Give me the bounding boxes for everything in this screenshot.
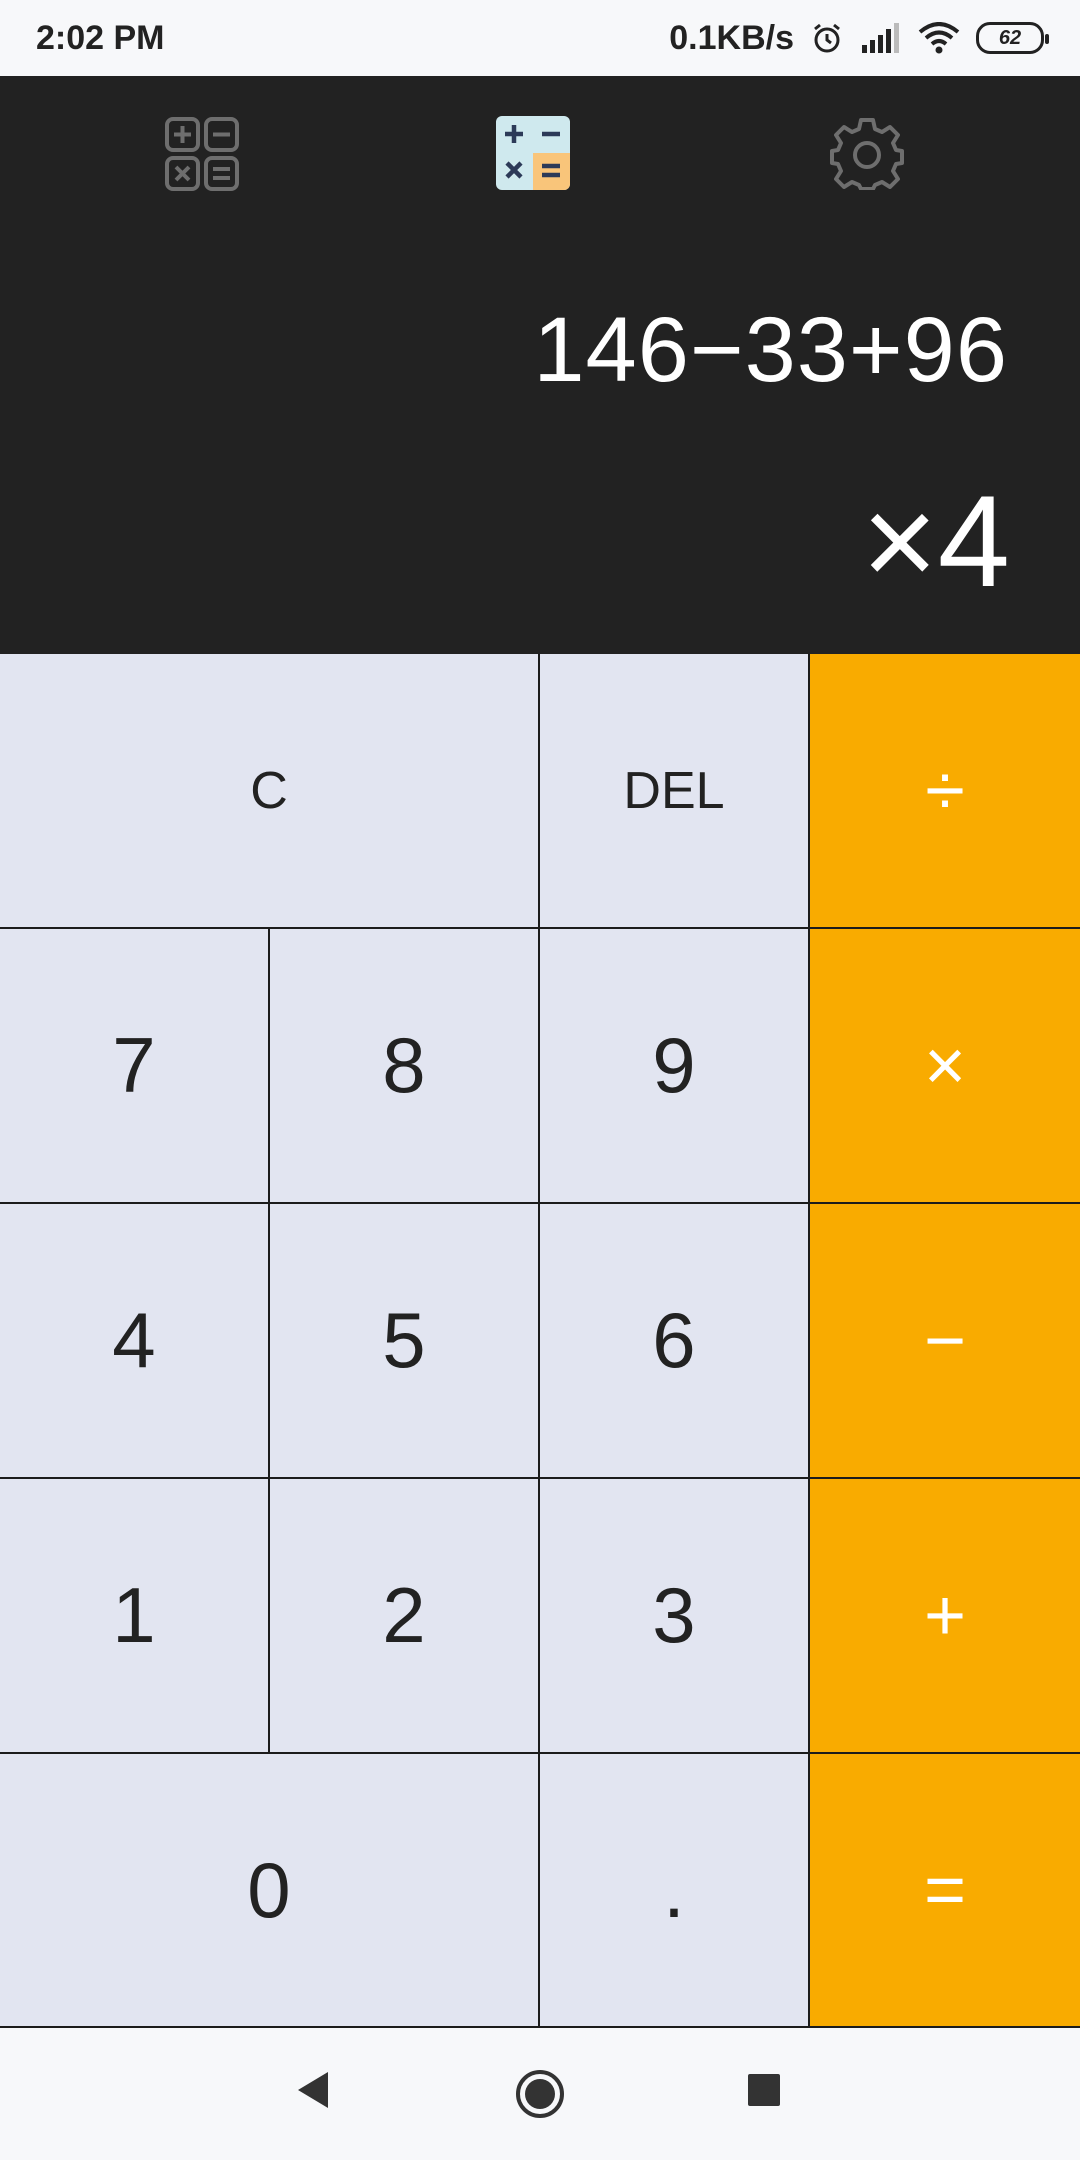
calculator-app-icon[interactable]: [496, 116, 570, 195]
delete-button[interactable]: DEL: [540, 654, 810, 929]
decimal-point-button[interactable]: .: [540, 1754, 810, 2028]
plus-button[interactable]: +: [810, 1479, 1080, 1754]
digit-0-button[interactable]: 0: [0, 1754, 540, 2028]
digit-3-button[interactable]: 3: [540, 1479, 810, 1754]
home-icon[interactable]: [514, 2068, 566, 2125]
calculator-display-area: 146−33+96 ×4: [0, 76, 1080, 654]
result-display: ×4: [861, 468, 1010, 614]
status-time: 2:02 PM: [36, 18, 165, 57]
digit-4-button[interactable]: 4: [0, 1204, 270, 1479]
status-bar: 2:02 PM 0.1KB/s 62: [0, 0, 1080, 76]
digit-6-button[interactable]: 6: [540, 1204, 810, 1479]
minus-button[interactable]: −: [810, 1204, 1080, 1479]
digit-5-button[interactable]: 5: [270, 1204, 540, 1479]
alarm-icon: [810, 21, 844, 55]
system-nav-bar: [0, 2028, 1080, 2160]
divide-button[interactable]: ÷: [810, 654, 1080, 929]
digit-2-button[interactable]: 2: [270, 1479, 540, 1754]
digit-1-button[interactable]: 1: [0, 1479, 270, 1754]
clear-button[interactable]: C: [0, 654, 540, 929]
converter-grid-icon[interactable]: [164, 116, 240, 197]
recents-icon[interactable]: [746, 2072, 782, 2113]
keypad: C DEL ÷ 7 8 9 × 4 5 6 − 1 2 3 + 0 . =: [0, 654, 1080, 2028]
equals-button[interactable]: =: [810, 1754, 1080, 2028]
settings-gear-icon[interactable]: [830, 116, 904, 195]
status-icons: 0.1KB/s 62: [669, 18, 1049, 58]
back-icon[interactable]: [292, 2068, 332, 2117]
battery-icon: 62: [976, 22, 1049, 54]
network-speed: 0.1KB/s: [669, 18, 794, 57]
multiply-button[interactable]: ×: [810, 929, 1080, 1204]
signal-icon: [860, 23, 902, 53]
digit-9-button[interactable]: 9: [540, 929, 810, 1204]
wifi-icon: [918, 22, 960, 54]
digit-8-button[interactable]: 8: [270, 929, 540, 1204]
battery-level: 62: [998, 26, 1022, 49]
digit-7-button[interactable]: 7: [0, 929, 270, 1204]
expression-display: 146−33+96: [533, 299, 1008, 401]
